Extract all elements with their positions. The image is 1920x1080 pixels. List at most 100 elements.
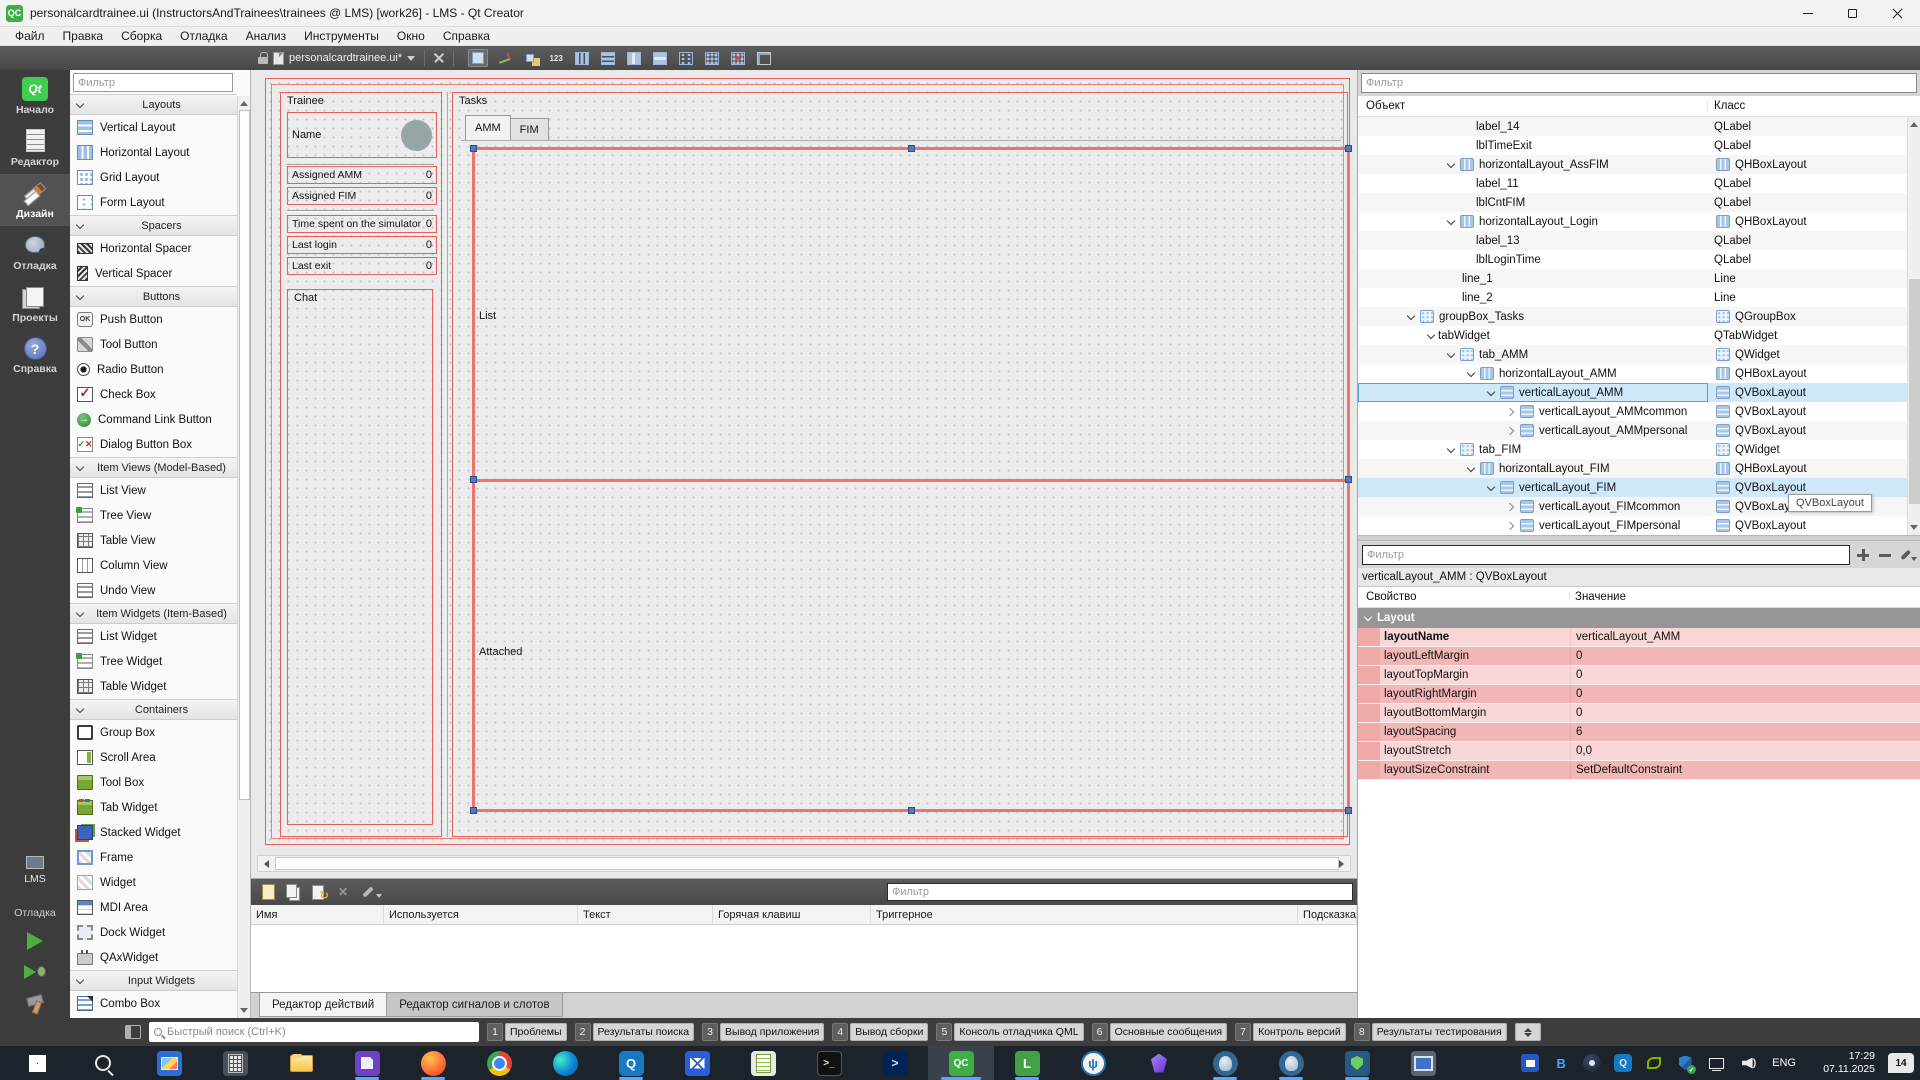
taskbar-search-icon[interactable] xyxy=(70,1046,136,1080)
widgetbox-item[interactable]: Dock Widget xyxy=(70,920,237,945)
output-pane-button[interactable]: 6 Основные сообщения xyxy=(1092,1023,1228,1041)
mode-welcome[interactable]: Начало xyxy=(0,70,70,122)
widgetbox-section-header[interactable]: Layouts xyxy=(70,94,237,115)
property-row[interactable]: layoutBottomMargin 0 xyxy=(1358,704,1920,723)
action-column-header[interactable]: Подсказка xyxy=(1298,905,1357,924)
menu-item[interactable]: Окно xyxy=(388,27,434,46)
kit-selector[interactable]: LMS Отладка xyxy=(0,856,70,925)
notification-badge[interactable]: 14 xyxy=(1888,1053,1914,1073)
object-tree-row[interactable]: lblCntFIM QLabel xyxy=(1358,193,1907,212)
tree-expander-icon[interactable] xyxy=(1506,501,1518,513)
menu-item[interactable]: Файл xyxy=(6,27,54,46)
new-action-icon[interactable] xyxy=(259,884,277,900)
object-tree-row[interactable]: horizontalLayout_Login QHBoxLayout xyxy=(1358,212,1907,231)
object-tree-row[interactable]: verticalLayout_AMMcommon QVBoxLayout xyxy=(1358,402,1907,421)
q-messenger-icon[interactable] xyxy=(598,1046,664,1080)
firefox-icon[interactable] xyxy=(400,1046,466,1080)
property-column-header[interactable]: Свойство xyxy=(1358,591,1570,603)
form-editor[interactable]: Trainee Name Assigned AMM 0 xyxy=(265,78,1350,845)
layout-form-icon[interactable] xyxy=(676,49,696,67)
widgetbox-section-header[interactable]: Spacers xyxy=(70,215,237,236)
close-button[interactable] xyxy=(1875,0,1920,26)
object-tree-row[interactable]: label_14 QLabel xyxy=(1358,117,1907,136)
widgetbox-item[interactable]: Combo Box xyxy=(70,991,237,1016)
layout-vertical-icon[interactable] xyxy=(598,49,618,67)
build-button[interactable] xyxy=(0,987,70,1018)
mode-edit[interactable]: Редактор xyxy=(0,122,70,174)
tree-expander-icon[interactable] xyxy=(1446,444,1458,456)
property-value[interactable]: 0 xyxy=(1570,647,1920,665)
action-table-body[interactable] xyxy=(251,925,1357,992)
resize-handle[interactable] xyxy=(470,807,477,814)
volume-icon[interactable] xyxy=(1738,1054,1756,1072)
widgetbox-item[interactable]: Push Button xyxy=(70,307,237,332)
scroll-down-icon[interactable] xyxy=(240,1008,248,1013)
property-value[interactable]: 6 xyxy=(1570,723,1920,741)
output-pane-button[interactable]: 3 Вывод приложения xyxy=(702,1023,824,1041)
backup-tool-icon[interactable] xyxy=(334,1046,400,1080)
action-column-header[interactable]: Текст xyxy=(578,905,713,924)
remove-property-icon[interactable] xyxy=(1876,546,1894,564)
delete-action-icon[interactable] xyxy=(334,884,352,900)
windows-start-icon[interactable] xyxy=(4,1046,70,1080)
widgetbox-item[interactable]: Tab Widget xyxy=(70,795,237,820)
widgetbox-item[interactable]: List View xyxy=(70,478,237,503)
configure-action-icon[interactable] xyxy=(359,884,377,900)
tree-expander-icon[interactable] xyxy=(1506,425,1518,437)
edit-widgets-icon[interactable] xyxy=(468,49,488,67)
object-tree-row[interactable]: lblLoginTime QLabel xyxy=(1358,250,1907,269)
tree-expander-icon[interactable] xyxy=(1506,520,1518,532)
tree-expander-icon[interactable] xyxy=(1486,387,1498,399)
widgetbox-item[interactable]: Font Combo Box xyxy=(70,1016,237,1018)
remote-desktop-icon[interactable] xyxy=(1390,1046,1456,1080)
pgadmin-icon[interactable] xyxy=(1324,1046,1390,1080)
output-pane-button[interactable]: 1 Проблемы xyxy=(487,1023,567,1041)
scroll-left-icon[interactable] xyxy=(264,860,269,868)
widgetbox-section-header[interactable]: Item Widgets (Item-Based) xyxy=(70,603,237,624)
postgresql-icon[interactable] xyxy=(1192,1046,1258,1080)
resize-handle[interactable] xyxy=(1345,476,1352,483)
property-value[interactable]: 0 xyxy=(1570,704,1920,722)
object-tree-row[interactable]: line_2 Line xyxy=(1358,288,1907,307)
widgetbox-section-header[interactable]: Buttons xyxy=(70,286,237,307)
property-value[interactable]: verticalLayout_AMM xyxy=(1570,628,1920,646)
widgetbox-item[interactable]: Group Box xyxy=(70,720,237,745)
tree-expander-icon[interactable] xyxy=(1446,349,1458,361)
layout-grid-icon[interactable] xyxy=(702,49,722,67)
widgetbox-item[interactable]: List Widget xyxy=(70,624,237,649)
widgetbox-item[interactable]: Dialog Button Box xyxy=(70,432,237,457)
locator-search[interactable]: Быстрый поиск (Ctrl+K) xyxy=(149,1022,479,1042)
object-tree-row[interactable]: label_13 QLabel xyxy=(1358,231,1907,250)
property-value[interactable]: 0,0 xyxy=(1570,742,1920,760)
tree-expander-icon[interactable] xyxy=(1406,311,1418,323)
property-row[interactable]: layoutRightMargin 0 xyxy=(1358,685,1920,704)
run-button[interactable] xyxy=(0,925,70,956)
widgetbox-section-header[interactable]: Input Widgets xyxy=(70,970,237,991)
property-row[interactable]: layoutSizeConstraint SetDefaultConstrain… xyxy=(1358,761,1920,780)
layout-horizontal-icon[interactable] xyxy=(572,49,592,67)
widgetbox-scrollbar[interactable] xyxy=(237,96,250,1018)
bottom-editor-tab[interactable]: Редактор сигналов и слотов xyxy=(386,993,562,1017)
scroll-right-icon[interactable] xyxy=(1339,860,1344,868)
widgetbox-item[interactable]: Grid Layout xyxy=(70,165,237,190)
scrollbar-thumb[interactable] xyxy=(239,110,250,800)
object-tree-row[interactable]: verticalLayout_FIMpersonal QVBoxLayout xyxy=(1358,516,1907,535)
bottom-editor-tab[interactable]: Редактор действий xyxy=(259,993,387,1017)
display-settings-icon[interactable] xyxy=(136,1046,202,1080)
menu-item[interactable]: Сборка xyxy=(112,27,171,46)
widgetbox-item[interactable]: Command Link Button xyxy=(70,407,237,432)
widgetbox-item[interactable]: Check Box xyxy=(70,382,237,407)
postgresql2-icon[interactable] xyxy=(1258,1046,1324,1080)
mail-app-icon[interactable] xyxy=(664,1046,730,1080)
output-pane-button[interactable]: 5 Консоль отладчика QML xyxy=(936,1023,1083,1041)
scrollbar-thumb[interactable] xyxy=(275,857,1339,870)
widgetbox-item[interactable]: Scroll Area xyxy=(70,745,237,770)
property-section-header[interactable]: Layout xyxy=(1358,608,1920,628)
scrollbar-thumb[interactable] xyxy=(1909,279,1920,504)
output-pane-button[interactable]: 8 Результаты тестирования xyxy=(1354,1023,1507,1041)
document-dropdown-icon[interactable] xyxy=(407,56,415,61)
resize-handle[interactable] xyxy=(908,807,915,814)
scroll-down-icon[interactable] xyxy=(1910,525,1918,530)
widgetbox-item[interactable]: Tool Box xyxy=(70,770,237,795)
tasks-tab[interactable]: AMM xyxy=(465,115,511,140)
